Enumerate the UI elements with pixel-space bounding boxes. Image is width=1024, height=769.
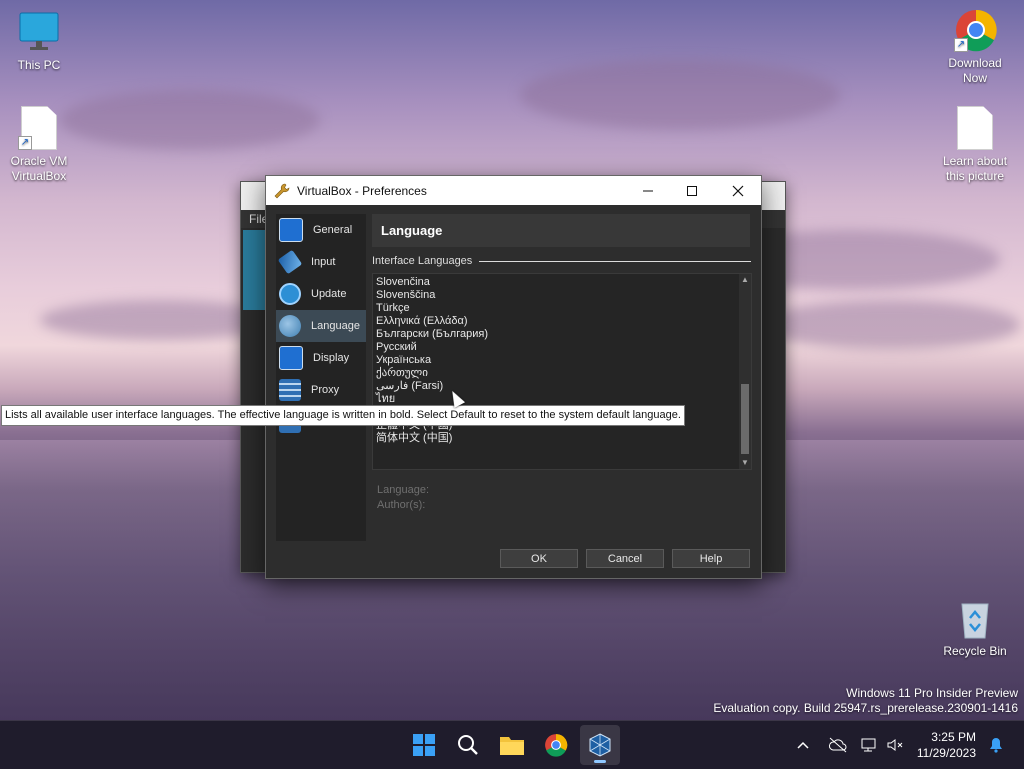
- sidebar-item-general[interactable]: General: [276, 214, 366, 246]
- input-icon: [277, 249, 303, 275]
- sidebar-item-label: General: [313, 224, 353, 236]
- show-hidden-icons-button[interactable]: [796, 721, 810, 769]
- virtualbox-taskbar-button[interactable]: [580, 725, 620, 765]
- language-info-label: Language:: [377, 484, 429, 496]
- clock-date: 11/29/2023: [916, 746, 976, 760]
- scroll-down-icon[interactable]: ▼: [739, 457, 751, 469]
- desktop-icon-learn-about-picture[interactable]: Learn about this picture: [937, 106, 1013, 184]
- speaker-muted-icon: [887, 739, 903, 751]
- list-scrollbar[interactable]: ▲ ▼: [739, 274, 751, 469]
- machine-tools-panel: [243, 230, 265, 310]
- list-item[interactable]: Türkçe: [376, 302, 751, 315]
- desktop-icon-label: Oracle VM VirtualBox: [10, 154, 68, 183]
- update-icon: [279, 283, 301, 305]
- start-button[interactable]: [404, 725, 444, 765]
- sidebar-item-label: Language: [311, 320, 360, 332]
- wrench-icon: [274, 183, 290, 198]
- list-item[interactable]: Ελληνικά (Ελλάδα): [376, 315, 751, 328]
- dialog-title: VirtualBox - Preferences: [297, 183, 427, 198]
- shortcut-arrow-icon: ↗: [18, 136, 32, 150]
- folder-icon: [500, 737, 524, 755]
- system-clock[interactable]: 3:25 PM 11/29/2023: [917, 729, 976, 761]
- tooltip: Lists all available user interface langu…: [1, 405, 685, 426]
- recycle-bin-icon: [954, 596, 996, 640]
- dialog-titlebar[interactable]: VirtualBox - Preferences: [266, 176, 761, 205]
- search-icon: [458, 735, 478, 755]
- proxy-icon: [279, 379, 301, 401]
- chrome-icon: ↗: [954, 8, 997, 52]
- notifications-button[interactable]: [988, 721, 1004, 769]
- cancel-button[interactable]: Cancel: [586, 549, 664, 568]
- active-indicator: [594, 760, 606, 763]
- file-icon: ↗: [18, 106, 60, 150]
- sidebar-item-label: Display: [313, 352, 350, 364]
- list-item[interactable]: Русский: [376, 341, 751, 354]
- language-icon: [279, 315, 301, 337]
- group-label: Interface Languages: [372, 255, 473, 267]
- general-icon: [279, 218, 303, 242]
- list-item[interactable]: 简体中文 (中国): [376, 432, 751, 445]
- watermark-line-2: Evaluation copy. Build 25947.rs_prerelea…: [713, 701, 1018, 715]
- display-icon: [279, 346, 303, 370]
- minimize-button[interactable]: [625, 176, 671, 205]
- language-list[interactable]: Slovenčina Slovenščina Türkçe Ελληνικά (…: [372, 273, 752, 470]
- group-divider: [479, 261, 751, 262]
- network-tray-button[interactable]: [860, 721, 880, 769]
- desktop-icon-label: Download Now: [948, 56, 1002, 85]
- monitor-icon: [18, 10, 60, 54]
- close-icon: [732, 185, 744, 196]
- onedrive-tray-button[interactable]: [828, 721, 848, 769]
- desktop-icon-recycle-bin[interactable]: Recycle Bin: [937, 596, 1013, 659]
- list-item[interactable]: Slovenčina: [376, 276, 751, 289]
- settings-sidebar: General Input Update Language Display Pr…: [276, 214, 366, 541]
- list-item[interactable]: ქართული: [376, 367, 751, 380]
- watermark-line-1: Windows 11 Pro Insider Preview: [846, 686, 1018, 700]
- windows-start-icon: [413, 734, 435, 756]
- shortcut-arrow-icon: ↗: [954, 38, 968, 52]
- volume-tray-button[interactable]: [886, 721, 904, 769]
- list-item[interactable]: فارسی (Farsi): [376, 380, 751, 393]
- sidebar-item-update[interactable]: Update: [276, 278, 366, 310]
- os-watermark: Windows 11 Pro Insider Preview Evaluatio…: [713, 686, 1018, 716]
- maximize-icon: [687, 185, 697, 196]
- close-button[interactable]: [715, 176, 761, 205]
- sidebar-item-display[interactable]: Display: [276, 342, 366, 374]
- desktop-icon-virtualbox[interactable]: ↗ Oracle VM VirtualBox: [1, 106, 77, 184]
- desktop-icon-label: Recycle Bin: [943, 644, 1007, 658]
- network-icon: [861, 738, 876, 752]
- list-item[interactable]: Български (България): [376, 328, 751, 341]
- cloud-offline-icon: [829, 737, 847, 753]
- chrome-icon: [545, 734, 568, 757]
- desktop-icon-download-now[interactable]: ↗ Download Now: [937, 8, 1013, 86]
- preferences-dialog: VirtualBox - Preferences General Input U…: [265, 175, 762, 579]
- desktop-icon-label: This PC: [17, 58, 61, 72]
- desktop-icon-this-pc[interactable]: This PC: [1, 10, 77, 73]
- sidebar-item-label: Input: [311, 256, 336, 268]
- authors-info-label: Author(s):: [377, 499, 426, 511]
- ok-button[interactable]: OK: [500, 549, 578, 568]
- bell-icon: [990, 738, 1002, 753]
- chevron-up-icon: [797, 741, 809, 749]
- clock-time: 3:25 PM: [931, 730, 976, 744]
- sidebar-item-label: Update: [311, 288, 347, 300]
- help-button[interactable]: Help: [672, 549, 750, 568]
- minimize-icon: [643, 190, 653, 191]
- list-item[interactable]: Українська: [376, 354, 751, 367]
- sidebar-item-input[interactable]: Input: [276, 246, 366, 278]
- maximize-button[interactable]: [669, 176, 715, 205]
- search-button[interactable]: [448, 725, 488, 765]
- sidebar-item-proxy[interactable]: Proxy: [276, 374, 366, 406]
- sidebar-item-language[interactable]: Language: [276, 310, 366, 342]
- virtualbox-icon: [589, 733, 611, 757]
- chrome-taskbar-button[interactable]: [536, 725, 576, 765]
- list-item[interactable]: Slovenščina: [376, 289, 751, 302]
- file-explorer-button[interactable]: [492, 725, 532, 765]
- scroll-thumb[interactable]: [741, 384, 749, 454]
- scroll-up-icon[interactable]: ▲: [739, 274, 751, 286]
- page-title: Language: [372, 214, 750, 247]
- taskbar: 3:25 PM 11/29/2023: [0, 720, 1024, 769]
- file-icon: [954, 106, 996, 150]
- sidebar-item-label: Proxy: [311, 384, 340, 396]
- desktop-icon-label: Learn about this picture: [942, 154, 1008, 183]
